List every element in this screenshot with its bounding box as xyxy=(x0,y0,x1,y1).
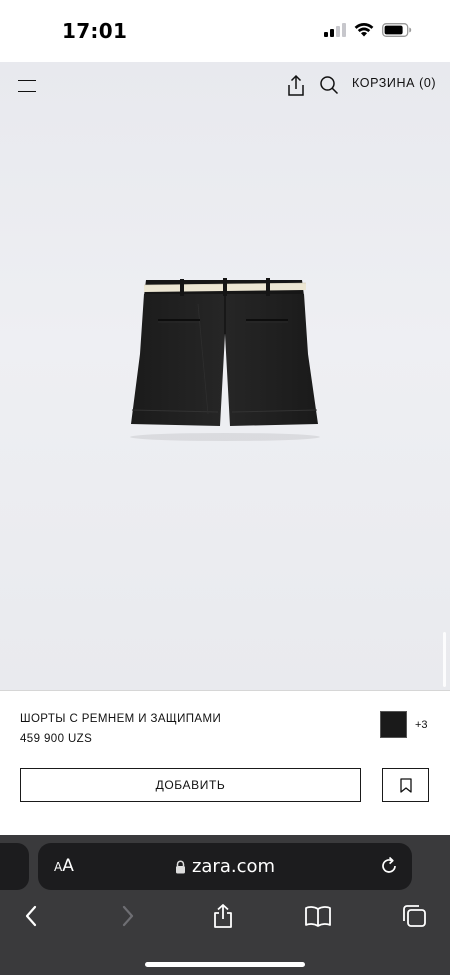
bookmarks-button[interactable] xyxy=(304,902,332,930)
add-to-cart-button[interactable]: ДОБАВИТЬ xyxy=(20,768,361,802)
status-icons xyxy=(324,22,412,37)
tabs-icon xyxy=(403,905,426,927)
url-text: zara.com xyxy=(191,856,276,877)
previous-tab[interactable] xyxy=(0,843,29,890)
url-display: zara.com xyxy=(38,856,412,877)
share-icon xyxy=(214,904,232,928)
status-time: 17:01 xyxy=(62,19,128,43)
browser-toolbar xyxy=(0,902,450,932)
color-swatch[interactable] xyxy=(380,711,407,738)
forward-button[interactable] xyxy=(114,902,142,930)
wifi-icon xyxy=(354,23,374,37)
search-icon[interactable] xyxy=(318,74,340,96)
add-to-cart-label: ДОБАВИТЬ xyxy=(155,778,226,792)
tabs-button[interactable] xyxy=(400,902,428,930)
product-image-area[interactable]: КОРЗИНА (0) xyxy=(0,62,450,690)
forward-icon xyxy=(122,905,134,927)
cart-link[interactable]: КОРЗИНА (0) xyxy=(352,76,436,90)
status-bar: 17:01 xyxy=(0,0,450,62)
more-colors-count[interactable]: +3 xyxy=(415,719,428,731)
share-icon[interactable] xyxy=(285,74,307,98)
product-name: ШОРТЫ С РЕМНЕМ И ЗАЩИПАМИ xyxy=(20,713,222,725)
browser-share-button[interactable] xyxy=(209,902,237,930)
home-indicator[interactable] xyxy=(145,962,305,967)
product-image xyxy=(130,278,320,441)
back-button[interactable] xyxy=(17,902,45,930)
back-icon xyxy=(25,905,37,927)
bookmarks-icon xyxy=(305,906,331,927)
menu-icon[interactable] xyxy=(18,78,38,94)
battery-icon xyxy=(382,22,412,37)
reload-icon[interactable] xyxy=(379,856,399,876)
lock-icon xyxy=(175,860,185,873)
product-price: 459 900 UZS xyxy=(20,733,93,745)
screen: 17:01 КОРЗИНА (0) ШОРТЫ С РЕМНЕМ И ЗАЩИП… xyxy=(0,0,450,975)
image-scrollbar[interactable] xyxy=(443,632,446,687)
browser-chrome: AA zara.com xyxy=(0,835,450,975)
product-info-panel: ШОРТЫ С РЕМНЕМ И ЗАЩИПАМИ 459 900 UZS +3… xyxy=(0,690,450,835)
save-button[interactable] xyxy=(382,768,429,802)
bookmark-icon xyxy=(399,777,412,793)
address-bar[interactable]: AA zara.com xyxy=(38,843,412,890)
signal-icon xyxy=(324,22,346,37)
